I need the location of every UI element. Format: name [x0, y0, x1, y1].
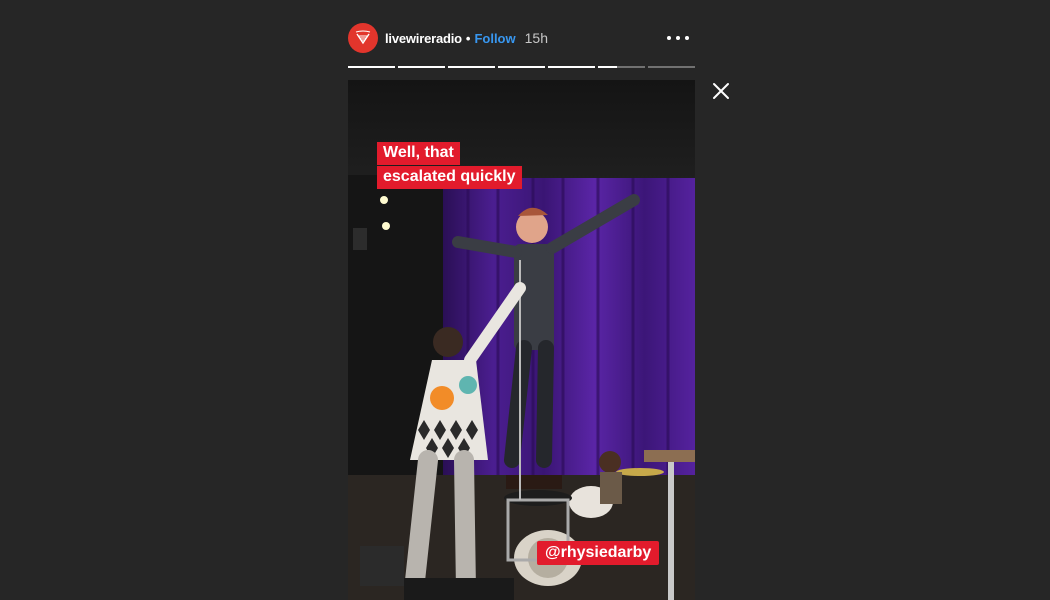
- progress-segment: [648, 66, 695, 68]
- story-media[interactable]: Well, that escalated quickly @rhysiedarb…: [348, 80, 695, 600]
- progress-segment: [598, 66, 645, 68]
- progress-segment: [548, 66, 595, 68]
- livewire-logo-icon: [355, 30, 371, 45]
- progress-fill: [598, 66, 617, 68]
- close-icon[interactable]: [710, 80, 732, 102]
- follow-button[interactable]: Follow: [474, 31, 515, 46]
- progress-fill: [498, 66, 545, 68]
- progress-segment: [498, 66, 545, 68]
- progress-fill: [348, 66, 395, 68]
- mention-sticker[interactable]: @rhysiedarby: [537, 541, 660, 565]
- more-options-icon[interactable]: [667, 28, 689, 48]
- progress-fill: [448, 66, 495, 68]
- avatar[interactable]: [348, 23, 378, 53]
- caption-line-2: escalated quickly: [377, 166, 522, 189]
- caption-line-1: Well, that: [377, 142, 460, 165]
- story-progress: [348, 66, 695, 68]
- progress-segment: [348, 66, 395, 68]
- story-header: livewireradio • Follow 15h: [348, 22, 695, 54]
- progress-segment: [398, 66, 445, 68]
- progress-fill: [548, 66, 595, 68]
- username[interactable]: livewireradio: [385, 31, 462, 46]
- progress-fill: [398, 66, 445, 68]
- separator-dot: •: [465, 30, 471, 46]
- post-time: 15h: [524, 30, 548, 46]
- progress-segment: [448, 66, 495, 68]
